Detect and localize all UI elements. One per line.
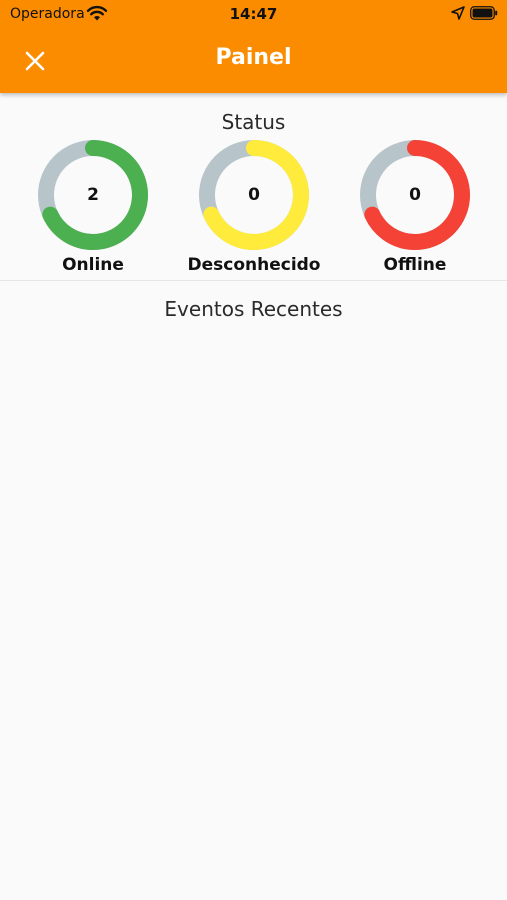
- unknown-donut-chart: 0: [196, 137, 312, 253]
- clock-time: 14:47: [229, 5, 278, 23]
- offline-count: 0: [409, 185, 421, 205]
- battery-icon: [470, 6, 498, 20]
- status-section-title: Status: [221, 110, 286, 134]
- location-arrow-icon: [451, 6, 465, 20]
- section-divider: [0, 280, 507, 281]
- offline-label: Offline: [383, 255, 447, 275]
- offline-donut-chart: 0: [357, 137, 473, 253]
- page-title: Painel: [215, 45, 292, 70]
- unknown-label: Desconhecido: [187, 255, 321, 275]
- recent-events-title: Eventos Recentes: [164, 297, 343, 321]
- unknown-count: 0: [248, 185, 260, 205]
- status-bar: Operadora 14:47: [0, 0, 507, 28]
- online-donut-chart: 2: [35, 137, 151, 253]
- app-header: Operadora 14:47 Painel: [0, 0, 507, 93]
- online-count: 2: [87, 185, 99, 205]
- online-label: Online: [62, 255, 124, 275]
